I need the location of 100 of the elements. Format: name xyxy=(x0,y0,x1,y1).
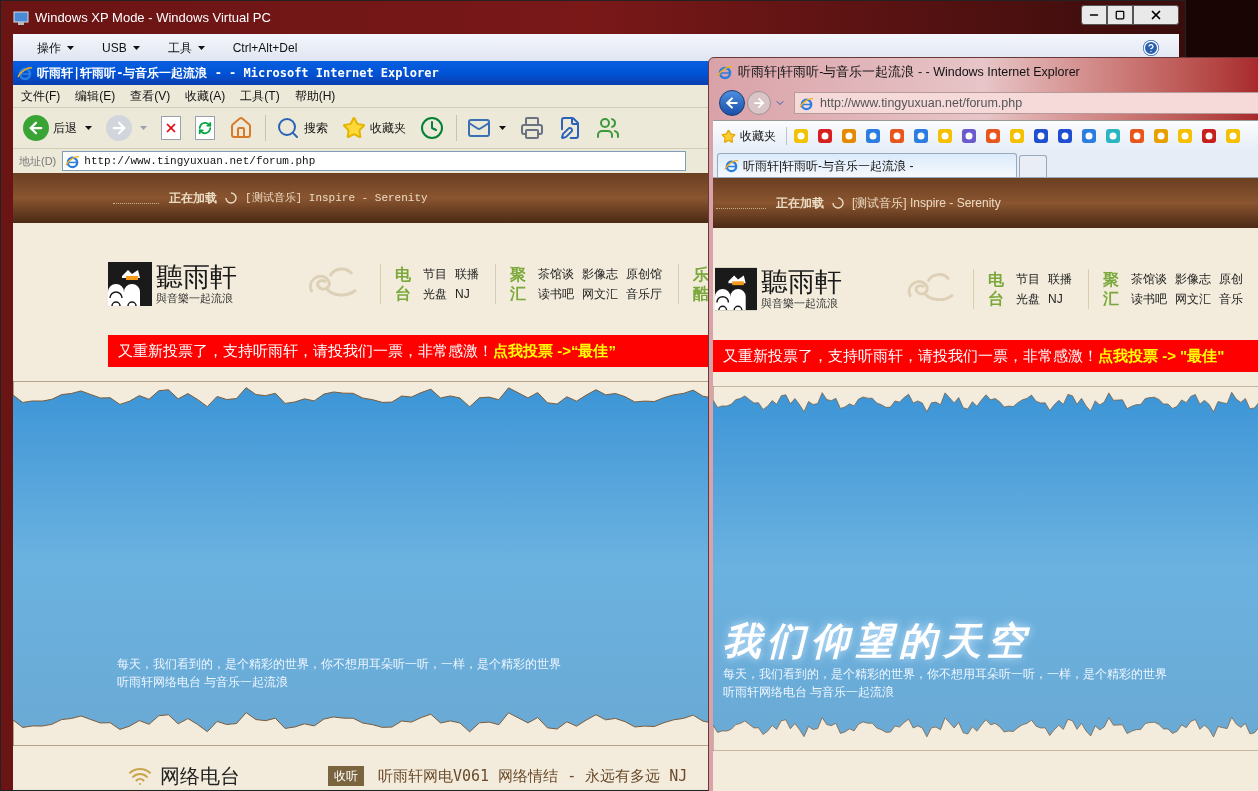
site-favicon-icon[interactable] xyxy=(1057,128,1073,144)
star-icon xyxy=(721,128,736,144)
toolbar-button[interactable]: 后退 xyxy=(21,114,94,142)
menu-item[interactable]: 查看(V) xyxy=(130,87,171,105)
caret-icon xyxy=(67,45,74,50)
caret-icon xyxy=(197,45,205,50)
site-favicon-icon[interactable] xyxy=(1201,128,1217,144)
browser-tab[interactable]: 听雨轩|轩雨听-与音乐一起流浪 - xyxy=(717,153,1017,177)
sky-caption: 每天，我们看到的，是个精彩的世界，你不想用耳朵听一听，一样，是个精彩的世界 xyxy=(117,656,561,673)
logo-title: 聽雨軒 xyxy=(761,267,844,297)
logo-icon xyxy=(715,267,758,311)
nav-link[interactable]: 影像志 xyxy=(582,264,618,284)
on-air-title: 听雨轩网电V061 网络情结 - 永远有多远 NJ xyxy=(378,765,688,787)
listen-tag: 收听 xyxy=(328,766,364,786)
menu-item[interactable]: 工具(T) xyxy=(240,87,280,105)
nav-group-label: 乐酷 xyxy=(693,265,710,303)
logo-tagline: 與音樂一起流浪 xyxy=(761,297,840,311)
logo-icon xyxy=(108,262,152,306)
minimize-button[interactable] xyxy=(1081,5,1107,25)
menu-item[interactable]: 操作 xyxy=(37,38,74,57)
ie-logo-icon xyxy=(724,158,739,173)
site-favicon-icon[interactable] xyxy=(1129,128,1145,144)
nav-link[interactable]: 联播 xyxy=(455,264,479,284)
nav-link[interactable]: 网文汇 xyxy=(1175,289,1211,309)
url-text: http://www.tingyuxuan.net/forum.php xyxy=(820,94,1023,112)
nav-link[interactable]: 原创馆 xyxy=(626,264,662,284)
nav-link[interactable]: 节目 xyxy=(423,264,447,284)
nav-link[interactable]: 读书吧 xyxy=(1131,289,1167,309)
nav-link[interactable]: 影像志 xyxy=(1175,269,1211,289)
vote-link[interactable]: 点我投票 ->“最佳” xyxy=(493,339,616,363)
nav-link[interactable]: 茶馆谈 xyxy=(1131,269,1167,289)
site-favicon-icon[interactable] xyxy=(961,128,977,144)
logo-title: 聽雨軒 xyxy=(156,262,238,292)
sky-caption: 听雨轩网络电台 与音乐一起流浪 xyxy=(117,674,289,691)
browser-title: 听雨轩|轩雨听-与音乐一起流浪 - - Microsoft Internet Explorer xyxy=(37,65,439,82)
menu-item[interactable]: USB xyxy=(102,38,140,57)
address-field[interactable]: http://www.tingyuxuan.net/forum.php xyxy=(62,151,687,171)
site-favicon-icon[interactable] xyxy=(889,128,905,144)
now-playing-text: [测试音乐] Inspire - Serenity xyxy=(245,190,428,206)
site-favicon-icon[interactable] xyxy=(817,128,833,144)
sky-caption: 每天，我们看到的，是个精彩的世界，你不想用耳朵听一听，一样，是个精彩的世界 xyxy=(723,666,1167,683)
spinner-icon xyxy=(225,192,237,204)
menu-item[interactable]: 编辑(E) xyxy=(75,87,116,105)
nav-link[interactable]: 联播 xyxy=(1048,269,1072,289)
nav-link[interactable]: 节目 xyxy=(1016,269,1040,289)
help-icon[interactable] xyxy=(1143,39,1159,56)
logo-tagline: 與音樂一起流浪 xyxy=(156,292,234,306)
favorites-label[interactable]: 收藏夹 xyxy=(740,127,776,145)
nav-link[interactable]: 光盘 xyxy=(423,284,447,304)
vote-notice-text: 又重新投票了，支持听雨轩，请投我们一票，非常感激！ xyxy=(723,345,1098,366)
sky-calligraphy-title: 我们仰望的天空 xyxy=(723,619,1031,663)
section-title: 网络电台 xyxy=(160,764,241,788)
vote-notice-text: 又重新投票了，支持听雨轩，请投我们一票，非常感激！ xyxy=(118,340,493,361)
search-icon[interactable] xyxy=(276,116,300,140)
caret-icon xyxy=(140,126,147,130)
nav-link[interactable]: 网文汇 xyxy=(582,284,618,304)
star-icon[interactable] xyxy=(342,116,366,140)
back-icon[interactable] xyxy=(719,90,745,116)
site-favicon-icon[interactable] xyxy=(985,128,1001,144)
nav-link[interactable]: NJ xyxy=(455,284,479,304)
nav-link[interactable]: 音乐 xyxy=(1219,289,1243,309)
toolbar-button[interactable]: 收藏夹 xyxy=(340,115,408,141)
caret-icon xyxy=(132,45,140,50)
address-label: 地址(D) xyxy=(19,153,57,169)
ie-logo-icon xyxy=(17,65,33,81)
close-icon xyxy=(1149,8,1163,22)
vote-link[interactable]: 点我投票 -> "最佳" xyxy=(1098,344,1225,368)
nav-link[interactable]: 原创 xyxy=(1219,269,1243,289)
address-field[interactable]: http://www.tingyuxuan.net/forum.php xyxy=(794,92,1258,114)
nav-group-label: 电台 xyxy=(395,265,412,303)
nav-link[interactable]: 音乐厅 xyxy=(626,284,662,304)
menu-item[interactable]: 文件(F) xyxy=(21,87,61,105)
caret-icon xyxy=(85,126,92,130)
menu-item[interactable]: 收藏(A) xyxy=(185,87,226,105)
nav-link[interactable]: 读书吧 xyxy=(538,284,574,304)
site-favicon-icon[interactable] xyxy=(865,128,881,144)
sky-caption: 听雨轩网络电台 与音乐一起流浪 xyxy=(723,684,895,701)
menu-item[interactable]: 帮助(H) xyxy=(294,87,336,105)
maximize-button[interactable] xyxy=(1107,5,1133,25)
spinner-icon xyxy=(832,197,844,209)
site-favicon-icon[interactable] xyxy=(1081,128,1097,144)
close-button[interactable] xyxy=(1133,5,1179,25)
loading-label: 正在加载 xyxy=(169,190,217,207)
site-favicon-icon[interactable] xyxy=(1033,128,1049,144)
caret-icon xyxy=(499,126,506,130)
nav-group-label: 电台 xyxy=(988,270,1005,308)
window-title: Windows XP Mode - Windows Virtual PC xyxy=(35,8,271,27)
nav-link[interactable]: 光盘 xyxy=(1016,289,1040,309)
maximize-icon xyxy=(1115,10,1125,20)
mail-icon[interactable] xyxy=(467,116,491,140)
menu-item[interactable]: 工具 xyxy=(167,38,205,57)
nav-link[interactable]: NJ xyxy=(1048,289,1072,309)
now-playing-text: [测试音乐] Inspire - Serenity xyxy=(852,195,1001,212)
menu-item[interactable]: Ctrl+Alt+Del xyxy=(232,38,298,57)
toolbar-button[interactable]: 搜索 xyxy=(274,115,330,141)
new-tab-button[interactable] xyxy=(1019,155,1047,177)
nav-link[interactable]: 茶馆谈 xyxy=(538,264,574,284)
ie-logo-icon xyxy=(717,64,733,80)
app-icon xyxy=(13,9,29,26)
site-favicon-icon[interactable] xyxy=(913,128,929,144)
